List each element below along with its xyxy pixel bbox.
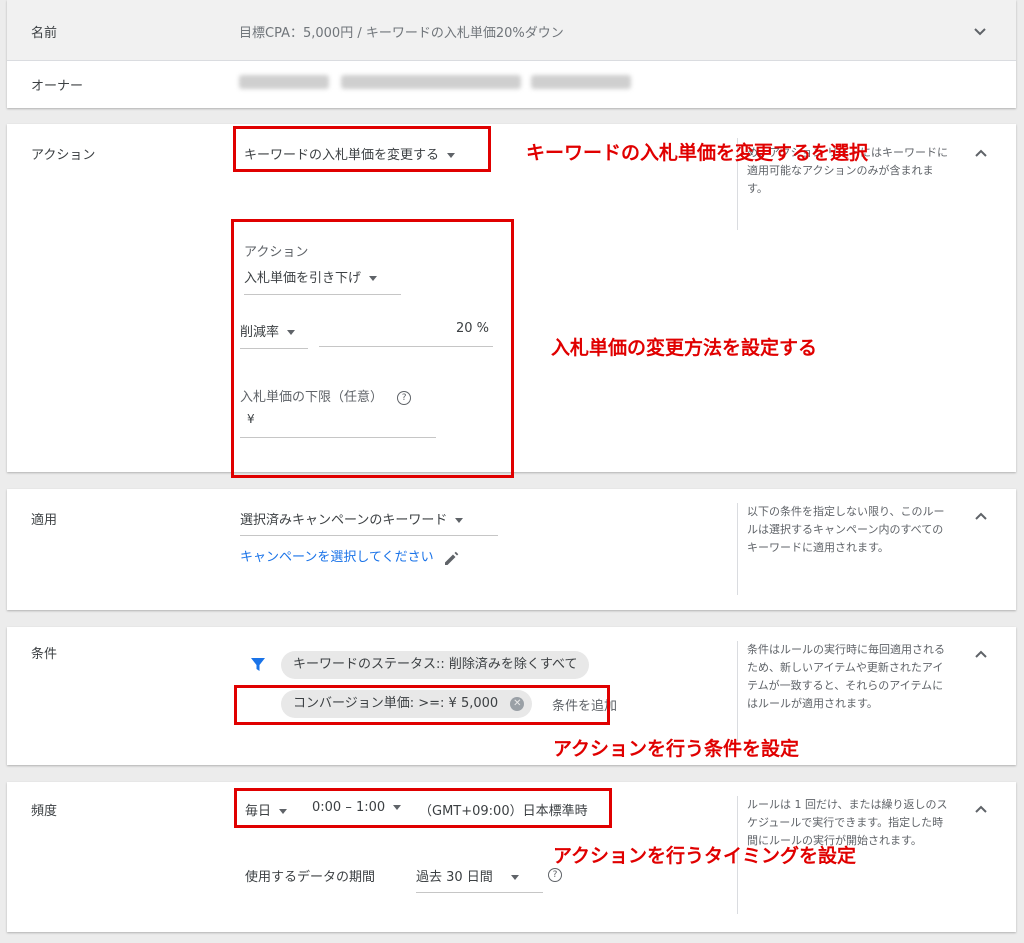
name-value: 目標CPA：5,000円 / キーワードの入札単価20%ダウン bbox=[239, 26, 564, 41]
data-period-value: 過去 30 日間 bbox=[416, 870, 493, 885]
data-period-underline bbox=[416, 892, 543, 893]
owner-label: オーナー bbox=[31, 79, 84, 94]
chevron-up-icon[interactable] bbox=[975, 148, 987, 158]
name-label: 名前 bbox=[31, 26, 58, 41]
apply-help-text: 以下の条件を指定しない限り、このルールは選択するキャンペーン内のすべてのキーワー… bbox=[747, 505, 945, 554]
select-campaign-link[interactable]: キャンペーンを選択してください bbox=[240, 546, 460, 567]
chevron-down-icon[interactable] bbox=[974, 27, 986, 37]
apply-underline bbox=[240, 535, 498, 536]
help-divider bbox=[737, 641, 738, 741]
select-campaign-text: キャンペーンを選択してください bbox=[240, 550, 434, 565]
chevron-up-icon[interactable] bbox=[975, 649, 987, 659]
action-label: アクション bbox=[31, 148, 96, 163]
highlight-bid-settings bbox=[231, 219, 514, 478]
condition-help-text: 条件はルールの実行時に毎回適用されるため、新しいアイテムや更新されたアイテムが一… bbox=[747, 643, 945, 710]
highlight-frequency bbox=[234, 788, 612, 828]
help-circle-icon[interactable]: ? bbox=[548, 868, 562, 882]
dropdown-arrow-icon bbox=[455, 518, 464, 523]
apply-dropdown-value: 選択済みキャンペーンのキーワード bbox=[240, 513, 448, 528]
annotation-bid-method: 入札単価の変更方法を設定する bbox=[551, 337, 818, 359]
apply-label: 適用 bbox=[31, 513, 58, 528]
help-divider bbox=[737, 503, 738, 595]
data-period-dropdown[interactable]: 過去 30 日間 bbox=[416, 866, 519, 885]
annotation-timing: アクションを行うタイミングを設定 bbox=[553, 845, 857, 867]
annotation-action: キーワードの入札単価を変更するを選択 bbox=[526, 142, 869, 164]
data-period-label: 使用するデータの期間 bbox=[245, 870, 376, 885]
annotation-condition: アクションを行う条件を設定 bbox=[553, 738, 800, 760]
divider bbox=[7, 60, 1016, 61]
frequency-label: 頻度 bbox=[31, 804, 58, 819]
apply-card: 適用 選択済みキャンペーンのキーワード キャンペーンを選択してください 以下の条… bbox=[7, 489, 1016, 610]
name-owner-card: 名前 目標CPA：5,000円 / キーワードの入札単価20%ダウン オーナー bbox=[7, 0, 1016, 108]
apply-dropdown[interactable]: 選択済みキャンペーンのキーワード bbox=[240, 509, 464, 528]
highlight-condition-chip bbox=[234, 685, 610, 725]
chevron-up-icon[interactable] bbox=[975, 804, 987, 814]
chevron-up-icon[interactable] bbox=[975, 511, 987, 521]
condition-label: 条件 bbox=[31, 647, 58, 662]
highlight-action-dropdown bbox=[233, 126, 491, 172]
pencil-icon[interactable] bbox=[442, 549, 460, 567]
condition-chip-status[interactable]: キーワードのステータス:: 削除済みを除くすべて bbox=[281, 651, 590, 679]
dropdown-arrow-icon bbox=[510, 875, 519, 880]
filter-icon[interactable] bbox=[250, 657, 266, 673]
